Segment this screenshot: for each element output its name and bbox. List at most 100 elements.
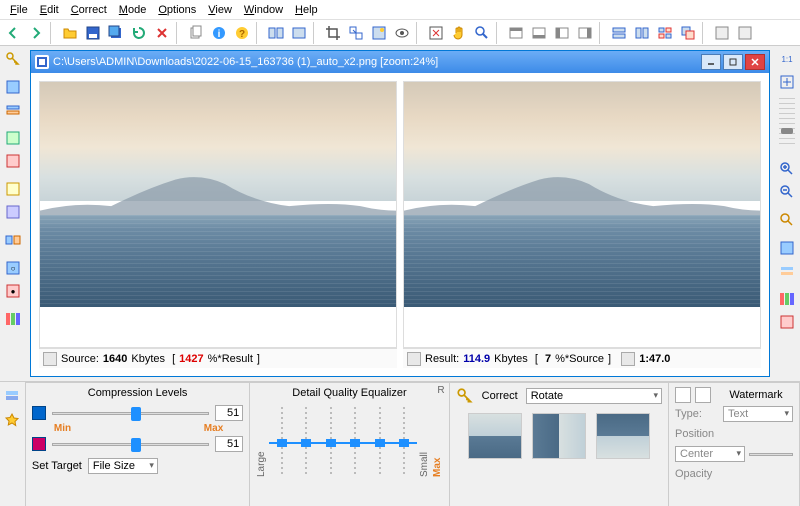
minimize-button[interactable] <box>701 54 721 70</box>
tool-f-button[interactable] <box>2 201 24 223</box>
wm-position-select[interactable]: Center <box>675 446 745 462</box>
zoom-out-button[interactable] <box>776 181 798 203</box>
menu-file[interactable]: File <box>4 2 34 18</box>
single-view-button[interactable] <box>288 22 310 44</box>
result-size: 114.9 <box>463 353 490 365</box>
compress-value-1[interactable]: 51 <box>215 405 243 421</box>
extra2-button[interactable] <box>734 22 756 44</box>
menu-mode[interactable]: Mode <box>113 2 153 18</box>
correct-title: Correct <box>482 390 518 402</box>
source-image[interactable] <box>39 81 397 348</box>
eq-band-1[interactable] <box>275 407 289 477</box>
rtool-b-button[interactable] <box>776 260 798 282</box>
tool-a-button[interactable] <box>2 76 24 98</box>
extra1-button[interactable] <box>711 22 733 44</box>
close-doc-button[interactable] <box>151 22 173 44</box>
layout3-button[interactable] <box>551 22 573 44</box>
rotate-option-0[interactable] <box>468 413 522 459</box>
menu-edit[interactable]: Edit <box>34 2 65 18</box>
tool-i-button[interactable]: ● <box>2 280 24 302</box>
compress-slider-1[interactable] <box>52 405 209 421</box>
fit-button[interactable] <box>425 22 447 44</box>
open-button[interactable] <box>59 22 81 44</box>
compress-slider-2[interactable] <box>52 436 209 452</box>
compress-chroma-icon <box>32 437 46 451</box>
zoom-slider[interactable] <box>779 98 795 148</box>
eq-band-5[interactable] <box>373 407 387 477</box>
tile-grid-button[interactable] <box>654 22 676 44</box>
eq-band-6[interactable] <box>397 407 411 477</box>
layout2-button[interactable] <box>528 22 550 44</box>
wm-image-icon[interactable] <box>695 387 711 403</box>
tile-v-button[interactable] <box>631 22 653 44</box>
tool-b-button[interactable] <box>2 99 24 121</box>
titlebar[interactable]: C:\Users\ADMIN\Downloads\2022-06-15_1637… <box>31 51 769 73</box>
nav-back-button[interactable] <box>2 22 24 44</box>
info-button[interactable]: i <box>208 22 230 44</box>
wm-text-icon[interactable] <box>675 387 691 403</box>
rtool-c-button[interactable] <box>776 288 798 310</box>
rtool-a-button[interactable] <box>776 237 798 259</box>
compression-panel: Compression Levels 51 MinMax 51 Set Targ… <box>26 382 250 506</box>
eq-small-label: Small <box>419 407 430 477</box>
tool-e-button[interactable] <box>2 178 24 200</box>
layout4-button[interactable] <box>574 22 596 44</box>
reload-button[interactable] <box>128 22 150 44</box>
layout1-button[interactable] <box>505 22 527 44</box>
menu-help[interactable]: Help <box>289 2 324 18</box>
zoom-in-button[interactable] <box>776 158 798 180</box>
hand-button[interactable] <box>448 22 470 44</box>
cascade-button[interactable] <box>677 22 699 44</box>
menu-view[interactable]: View <box>202 2 238 18</box>
preset-icon[interactable] <box>1 386 23 408</box>
rotate-option-90[interactable] <box>532 413 586 459</box>
watermark-button[interactable] <box>368 22 390 44</box>
tool-h-button[interactable]: ○ <box>2 257 24 279</box>
correct-mode-select[interactable]: Rotate <box>526 388 662 404</box>
right-toolbar: 1:1 <box>774 46 800 381</box>
maximize-button[interactable] <box>723 54 743 70</box>
tool-g-button[interactable] <box>2 229 24 251</box>
rtool-d-button[interactable] <box>776 311 798 333</box>
source-status-icon <box>43 352 57 366</box>
result-pct: 7 <box>545 353 551 365</box>
resize-button[interactable] <box>345 22 367 44</box>
menu-options[interactable]: Options <box>152 2 202 18</box>
min-label: Min <box>54 423 71 434</box>
eq-band-4[interactable] <box>348 407 362 477</box>
ratio-icon <box>621 352 635 366</box>
result-image[interactable] <box>403 81 761 348</box>
save-all-button[interactable] <box>105 22 127 44</box>
save-button[interactable] <box>82 22 104 44</box>
key-button[interactable] <box>2 48 24 70</box>
copy-button[interactable] <box>185 22 207 44</box>
compression-title: Compression Levels <box>32 387 243 399</box>
zoom-fit-button[interactable] <box>776 71 798 93</box>
target-select[interactable]: File Size <box>88 458 158 474</box>
tile-h-button[interactable] <box>608 22 630 44</box>
magnify-button[interactable] <box>471 22 493 44</box>
menu-window[interactable]: Window <box>238 2 289 18</box>
zoom-max-button[interactable] <box>776 209 798 231</box>
source-status: Source: 1640 Kbytes [1427%*Result] <box>39 348 397 368</box>
menu-correct[interactable]: Correct <box>65 2 113 18</box>
set-target-label: Set Target <box>32 460 82 472</box>
close-button[interactable] <box>745 54 765 70</box>
help-button[interactable]: ? <box>231 22 253 44</box>
compress-value-2[interactable]: 51 <box>215 436 243 452</box>
nav-forward-button[interactable] <box>25 22 47 44</box>
compare-button[interactable] <box>265 22 287 44</box>
tool-c-button[interactable] <box>2 127 24 149</box>
preset2-icon[interactable] <box>1 409 23 431</box>
crop-button[interactable] <box>322 22 344 44</box>
eq-band-3[interactable] <box>324 407 338 477</box>
eq-band-2[interactable] <box>299 407 313 477</box>
svg-text:○: ○ <box>11 264 16 273</box>
wm-position-slider[interactable] <box>749 448 793 460</box>
tool-j-button[interactable] <box>2 308 24 330</box>
tool-d-button[interactable] <box>2 150 24 172</box>
wm-type-select[interactable]: Text <box>723 406 793 422</box>
eye-button[interactable] <box>391 22 413 44</box>
rotate-option-180[interactable] <box>596 413 650 459</box>
zoom-100-button[interactable]: 1:1 <box>776 48 798 70</box>
